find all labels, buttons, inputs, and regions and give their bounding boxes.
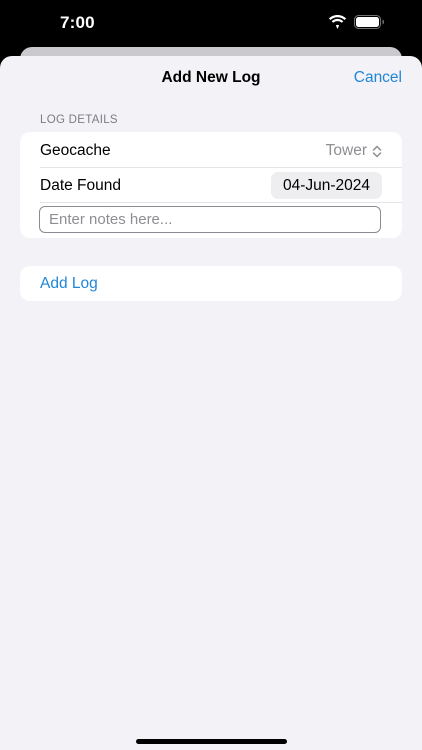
add-log-group: Add Log <box>20 266 402 301</box>
battery-icon <box>354 15 385 29</box>
date-found-row: Date Found 04-Jun-2024 <box>20 168 402 203</box>
add-log-sheet: Add New Log Cancel LOG DETAILS Geocache … <box>0 56 422 750</box>
section-header-log-details: LOG DETAILS <box>40 114 118 126</box>
cancel-button[interactable]: Cancel <box>354 69 402 87</box>
geocache-picker-value: Tower <box>325 142 367 159</box>
row-divider <box>40 202 402 203</box>
date-found-label: Date Found <box>40 177 121 194</box>
notes-input[interactable] <box>39 206 381 233</box>
geocache-label: Geocache <box>40 142 111 159</box>
add-log-button[interactable]: Add Log <box>40 275 98 293</box>
home-indicator <box>136 739 287 744</box>
status-time: 7:00 <box>60 13 95 32</box>
geocache-row: Geocache Tower <box>20 132 402 168</box>
date-found-picker[interactable]: 04-Jun-2024 <box>270 172 382 199</box>
status-bar: 7:00 <box>0 0 422 46</box>
wifi-icon <box>328 15 347 29</box>
chevron-updown-icon <box>372 145 382 157</box>
geocache-picker[interactable]: Tower <box>326 142 382 160</box>
log-details-group: Geocache Tower Date Found 04-Jun-2024 <box>20 132 402 238</box>
